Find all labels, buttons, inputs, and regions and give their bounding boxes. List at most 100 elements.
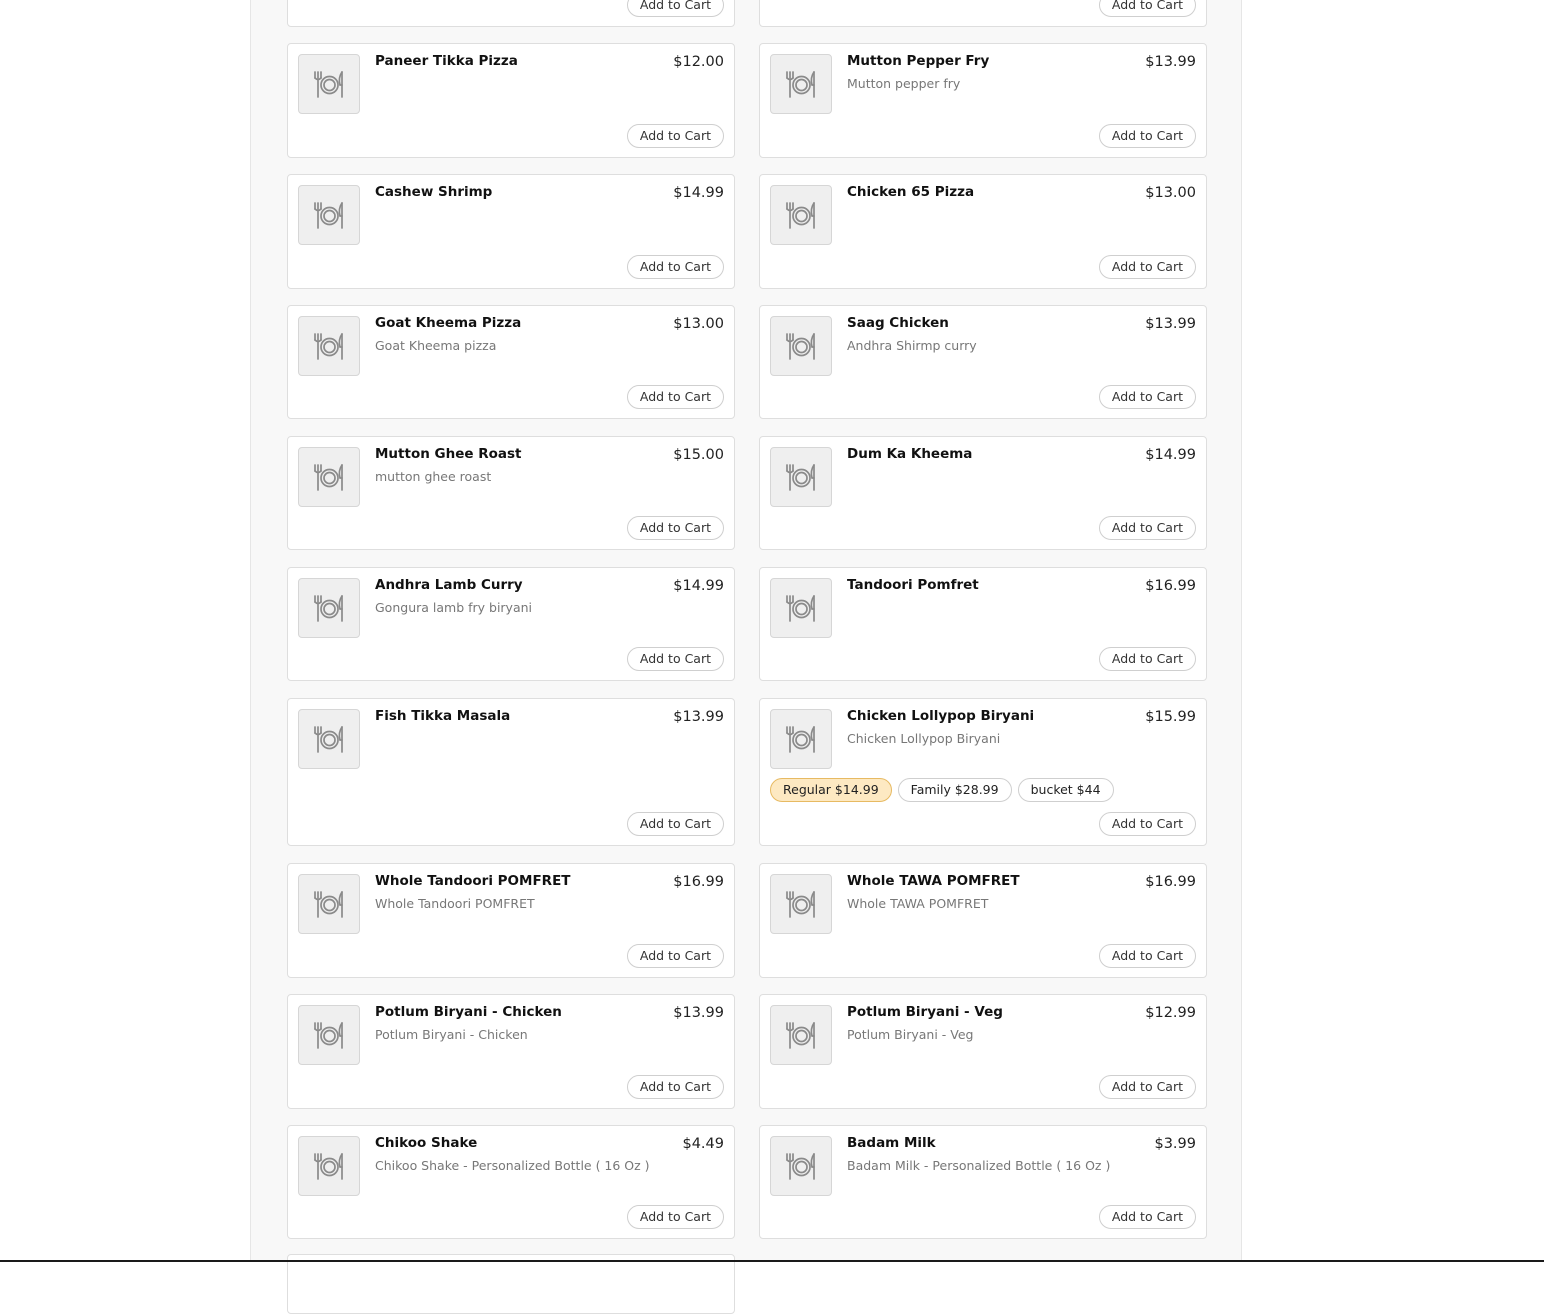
menu-item-card: Fish Tikka Masala $13.99 Add to Cart: [287, 698, 735, 846]
menu-item-card: Mutton Pepper Fry Mutton pepper fry $13.99…: [759, 43, 1207, 158]
item-price: $15.00: [673, 447, 724, 463]
add-to-cart-button[interactable]: Add to Cart: [626, 255, 724, 279]
size-option-chip[interactable]: Regular $14.99: [770, 778, 892, 802]
item-name: Paneer Tikka Pizza: [375, 53, 518, 69]
size-options: Regular $14.99 Family $28.99 bucket $44: [770, 778, 1114, 802]
add-to-cart-button[interactable]: Add to Cart: [1098, 1075, 1196, 1099]
add-to-cart-button[interactable]: Add to Cart: [626, 516, 724, 540]
item-name: Potlum Biryani - Chicken: [375, 1004, 562, 1020]
item-price: $16.99: [1145, 578, 1196, 594]
item-description: Whole Tandoori POMFRET: [375, 896, 535, 911]
add-to-cart-button[interactable]: Add to Cart: [626, 1075, 724, 1099]
item-name: Fish Tikka Masala: [375, 708, 511, 724]
plate-fork-knife-icon: [781, 326, 821, 366]
size-option-chip[interactable]: bucket $44: [1017, 778, 1114, 802]
plate-fork-knife-icon: [781, 884, 821, 924]
item-price: $13.00: [673, 316, 724, 332]
item-description: Andhra Shirmp curry: [847, 338, 977, 353]
menu-item-card: Paneer Tikka Pizza $12.00 Add to Cart: [287, 43, 735, 158]
item-image-placeholder: [298, 874, 360, 934]
add-to-cart-button[interactable]: Add to Cart: [626, 812, 724, 836]
item-name: Saag Chicken: [847, 315, 949, 331]
item-name: Dum Ka Kheema: [847, 446, 973, 462]
item-image-placeholder: [298, 54, 360, 114]
item-name: Tandoori Pomfret: [847, 577, 979, 593]
plate-fork-knife-icon: [781, 1146, 821, 1186]
add-to-cart-button[interactable]: Add to Cart: [626, 385, 724, 409]
item-name: Chicken Lollypop Biryani: [847, 708, 1035, 724]
add-to-cart-button[interactable]: Add to Cart: [1098, 647, 1196, 671]
item-image-placeholder: [298, 185, 360, 245]
add-to-cart-button[interactable]: Add to Cart: [1098, 944, 1196, 968]
item-image-placeholder: [770, 874, 832, 934]
item-name: Andhra Lamb Curry: [375, 577, 523, 593]
size-option-chip[interactable]: Family $28.99: [897, 778, 1012, 802]
item-name: Cashew Shrimp: [375, 184, 493, 200]
menu-item-card: Potlum Biryani - Veg Potlum Biryani - Veg…: [759, 994, 1207, 1109]
menu-item-card: Chicken Lollypop Biryani Chicken Lollypop…: [759, 698, 1207, 846]
item-image-placeholder: [298, 1005, 360, 1065]
item-description: Badam Milk - Personalized Bottle ( 16 Oz…: [847, 1158, 1111, 1173]
item-image-placeholder: [770, 54, 832, 114]
add-to-cart-button[interactable]: Add to Cart: [1098, 1205, 1196, 1229]
item-price: $14.99: [673, 185, 724, 201]
menu-item-card: Whole Tandoori POMFRET Whole Tandoori POM…: [287, 863, 735, 978]
item-image-placeholder: [298, 709, 360, 769]
add-to-cart-button[interactable]: Add to Cart: [1098, 812, 1196, 836]
menu-item-card-partial: Add to Cart: [759, 0, 1207, 27]
menu-item-card: Whole TAWA POMFRET Whole TAWA POMFRET $16.…: [759, 863, 1207, 978]
add-to-cart-button[interactable]: Add to Cart: [626, 0, 724, 17]
item-description: Chikoo Shake - Personalized Bottle ( 16 …: [375, 1158, 650, 1173]
menu-item-card: Tandoori Pomfret $16.99 Add to Cart: [759, 567, 1207, 681]
item-price: $12.99: [1145, 1005, 1196, 1021]
plate-fork-knife-icon: [309, 457, 349, 497]
add-to-cart-button[interactable]: Add to Cart: [626, 124, 724, 148]
menu-item-card: Chicken 65 Pizza $13.00 Add to Cart: [759, 174, 1207, 289]
add-to-cart-button[interactable]: Add to Cart: [1098, 0, 1196, 17]
item-price: $16.99: [1145, 874, 1196, 890]
item-name: Badam Milk: [847, 1135, 936, 1151]
item-price: $3.99: [1154, 1136, 1196, 1152]
add-to-cart-button[interactable]: Add to Cart: [626, 647, 724, 671]
add-to-cart-button[interactable]: Add to Cart: [1098, 516, 1196, 540]
menu-item-card: Badam Milk Badam Milk - Personalized Bott…: [759, 1125, 1207, 1239]
plate-fork-knife-icon: [781, 1015, 821, 1055]
item-price: $16.99: [673, 874, 724, 890]
item-image-placeholder: [770, 709, 832, 769]
menu-item-card: Potlum Biryani - Chicken Potlum Biryani -…: [287, 994, 735, 1109]
menu-panel: Add to Cart Add to Cart Paneer Tikka Piz…: [250, 0, 1242, 1314]
item-name: Potlum Biryani - Veg: [847, 1004, 1003, 1020]
menu-item-card: Dum Ka Kheema $14.99 Add to Cart: [759, 436, 1207, 550]
add-to-cart-button[interactable]: Add to Cart: [626, 1205, 724, 1229]
item-image-placeholder: [298, 1136, 360, 1196]
menu-item-card-partial: Add to Cart: [287, 0, 735, 27]
plate-fork-knife-icon: [309, 326, 349, 366]
item-price: $13.99: [1145, 54, 1196, 70]
add-to-cart-button[interactable]: Add to Cart: [1098, 385, 1196, 409]
item-name: Whole Tandoori POMFRET: [375, 873, 571, 889]
item-name: Chikoo Shake: [375, 1135, 478, 1151]
item-description: Mutton pepper fry: [847, 76, 961, 91]
item-name: Mutton Ghee Roast: [375, 446, 522, 462]
item-image-placeholder: [770, 185, 832, 245]
item-image-placeholder: [770, 578, 832, 638]
item-name: Goat Kheema Pizza: [375, 315, 522, 331]
plate-fork-knife-icon: [309, 719, 349, 759]
item-price: $13.99: [1145, 316, 1196, 332]
item-price: $13.00: [1145, 185, 1196, 201]
item-price: $13.99: [673, 709, 724, 725]
plate-fork-knife-icon: [781, 588, 821, 628]
item-description: Whole TAWA POMFRET: [847, 896, 989, 911]
menu-item-card: Cashew Shrimp $14.99 Add to Cart: [287, 174, 735, 289]
plate-fork-knife-icon: [309, 588, 349, 628]
plate-fork-knife-icon: [781, 195, 821, 235]
add-to-cart-button[interactable]: Add to Cart: [626, 944, 724, 968]
plate-fork-knife-icon: [309, 195, 349, 235]
item-description: Chicken Lollypop Biryani: [847, 731, 1001, 746]
item-image-placeholder: [770, 316, 832, 376]
add-to-cart-button[interactable]: Add to Cart: [1098, 124, 1196, 148]
item-description: Potlum Biryani - Chicken: [375, 1027, 528, 1042]
item-image-placeholder: [298, 447, 360, 507]
add-to-cart-button[interactable]: Add to Cart: [1098, 255, 1196, 279]
item-name: Chicken 65 Pizza: [847, 184, 975, 200]
